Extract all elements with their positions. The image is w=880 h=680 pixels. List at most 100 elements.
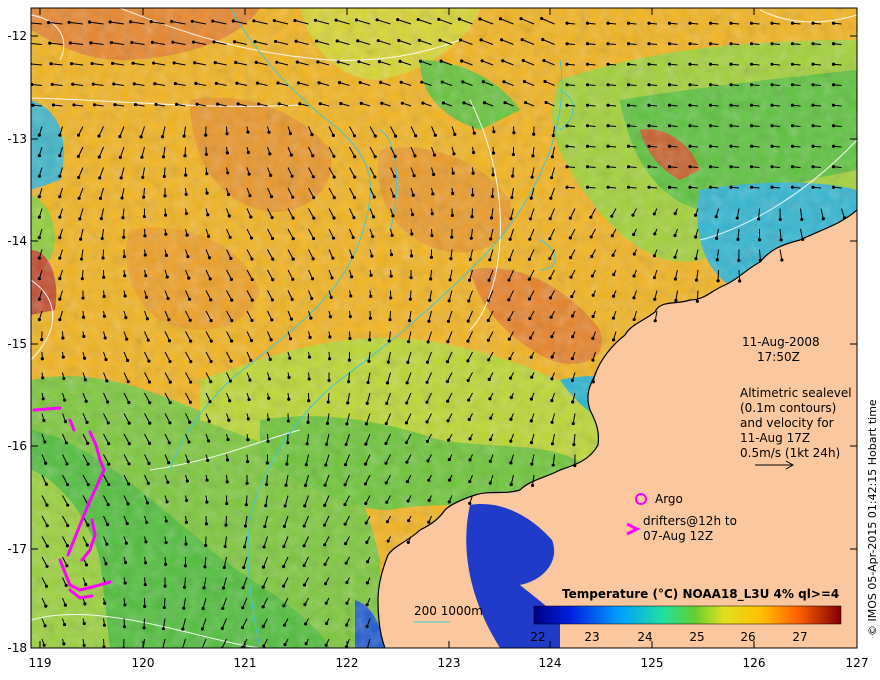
velocity-arrow-head	[770, 62, 774, 66]
velocity-arrow-head	[488, 437, 493, 442]
velocity-arrow-head	[667, 21, 672, 25]
velocity-arrow-head	[353, 155, 357, 159]
velocity-arrow-head	[266, 417, 270, 422]
velocity-arrow-head	[164, 562, 168, 567]
velocity-arrow-head	[265, 461, 269, 465]
velocity-arrow-head	[729, 103, 733, 107]
velocity-arrow-head	[167, 339, 172, 343]
velocity-arrow-head	[84, 563, 89, 567]
velocity-arrow-head	[585, 185, 590, 189]
velocity-arrow-head	[323, 483, 327, 487]
velocity-arrow-head	[365, 581, 370, 585]
velocity-arrow-head	[529, 355, 533, 360]
velocity-arrow-head	[397, 38, 401, 43]
velocity-arrow-head	[570, 356, 574, 361]
velocity-arrow-head	[384, 461, 388, 465]
velocity-arrow-head	[811, 83, 815, 87]
velocity-arrow-head	[842, 216, 847, 220]
velocity-arrow-head	[170, 19, 174, 24]
velocity-arrow-head	[266, 439, 270, 443]
velocity-arrow-head	[548, 237, 552, 241]
velocity-arrow-head	[530, 375, 534, 379]
velocity-arrow-head	[45, 524, 49, 528]
velocity-arrow-head	[286, 441, 290, 445]
velocity-arrow-head	[414, 134, 418, 138]
velocity-arrow-head	[130, 40, 134, 45]
velocity-arrow-head	[626, 62, 631, 66]
velocity-arrow-head	[261, 605, 265, 609]
velocity-arrow-head	[831, 21, 836, 25]
velocity-arrow-head	[250, 318, 254, 323]
velocity-arrow-head	[302, 544, 306, 548]
velocity-arrow-head	[364, 521, 368, 525]
velocity-arrow-head	[290, 174, 294, 178]
velocity-arrow-head	[123, 603, 127, 607]
velocity-arrow-head	[142, 195, 146, 199]
velocity-arrow-head	[122, 254, 126, 259]
velocity-arrow-head	[357, 60, 361, 64]
velocity-arrow-head	[209, 298, 213, 302]
velocity-arrow-head	[205, 478, 209, 482]
velocity-arrow-head	[309, 316, 313, 320]
velocity-arrow-head	[121, 216, 125, 220]
velocity-arrow-head	[482, 101, 487, 105]
velocity-arrow-head	[531, 154, 535, 158]
velocity-arrow-head	[667, 185, 672, 189]
velocity-arrow-head	[332, 196, 336, 200]
velocity-arrow-head	[41, 397, 45, 401]
velocity-arrow-head	[367, 359, 371, 363]
velocity-arrow-head	[257, 102, 261, 106]
velocity-arrow-head	[244, 503, 248, 507]
velocity-arrow-head	[45, 544, 49, 548]
velocity-arrow-head	[42, 418, 46, 423]
velocity-arrow-head	[227, 418, 231, 422]
velocity-arrow-head	[44, 584, 49, 588]
velocity-arrow-head	[368, 316, 372, 320]
velocity-arrow-head	[565, 144, 569, 148]
velocity-arrow-head	[790, 103, 795, 107]
velocity-arrow-head	[694, 235, 698, 239]
velocity-arrow-head	[749, 83, 754, 87]
velocity-arrow-head	[229, 277, 233, 282]
velocity-arrow-head	[551, 463, 555, 467]
velocity-arrow-head	[37, 194, 41, 199]
velocity-arrow-head	[487, 377, 491, 381]
velocity-arrow-head	[220, 626, 224, 630]
velocity-arrow-head	[82, 643, 86, 648]
velocity-arrow-head	[549, 176, 554, 180]
velocity-arrow-head	[471, 171, 475, 175]
velocity-arrow-head	[688, 165, 692, 169]
velocity-arrow-head	[502, 80, 506, 84]
velocity-arrow-head	[431, 192, 435, 196]
velocity-arrow-head	[392, 194, 396, 198]
velocity-arrow-head	[568, 236, 572, 240]
velocity-arrow-head	[507, 317, 511, 322]
velocity-arrow-head	[565, 42, 569, 46]
velocity-arrow-head	[214, 81, 219, 85]
velocity-arrow-head	[590, 274, 594, 278]
velocity-arrow-head	[294, 39, 298, 43]
velocity-arrow-head	[303, 504, 307, 508]
lat-tick-label: -18	[7, 641, 27, 655]
velocity-arrow-head	[446, 319, 451, 323]
velocity-arrow-head	[386, 539, 390, 543]
velocity-arrow-head	[391, 214, 395, 218]
velocity-arrow-head	[528, 237, 532, 241]
velocity-arrow-head	[426, 340, 430, 344]
velocity-arrow-head	[565, 62, 569, 66]
velocity-arrow-head	[37, 153, 41, 158]
velocity-arrow-head	[312, 195, 316, 200]
velocity-arrow-head	[667, 42, 672, 46]
velocity-arrow-head	[344, 542, 348, 546]
velocity-arrow-head	[549, 196, 553, 200]
velocity-arrow-head	[83, 378, 87, 382]
velocity-arrow-head	[708, 144, 713, 148]
velocity-arrow-head	[365, 401, 369, 405]
velocity-arrow-head	[64, 583, 68, 588]
velocity-arrow-head	[345, 623, 349, 627]
velocity-arrow-head	[358, 80, 362, 85]
velocity-arrow-head	[529, 397, 534, 401]
velocity-arrow-head	[507, 337, 511, 341]
velocity-arrow-head	[492, 130, 496, 134]
velocity-arrow-head	[143, 583, 147, 587]
